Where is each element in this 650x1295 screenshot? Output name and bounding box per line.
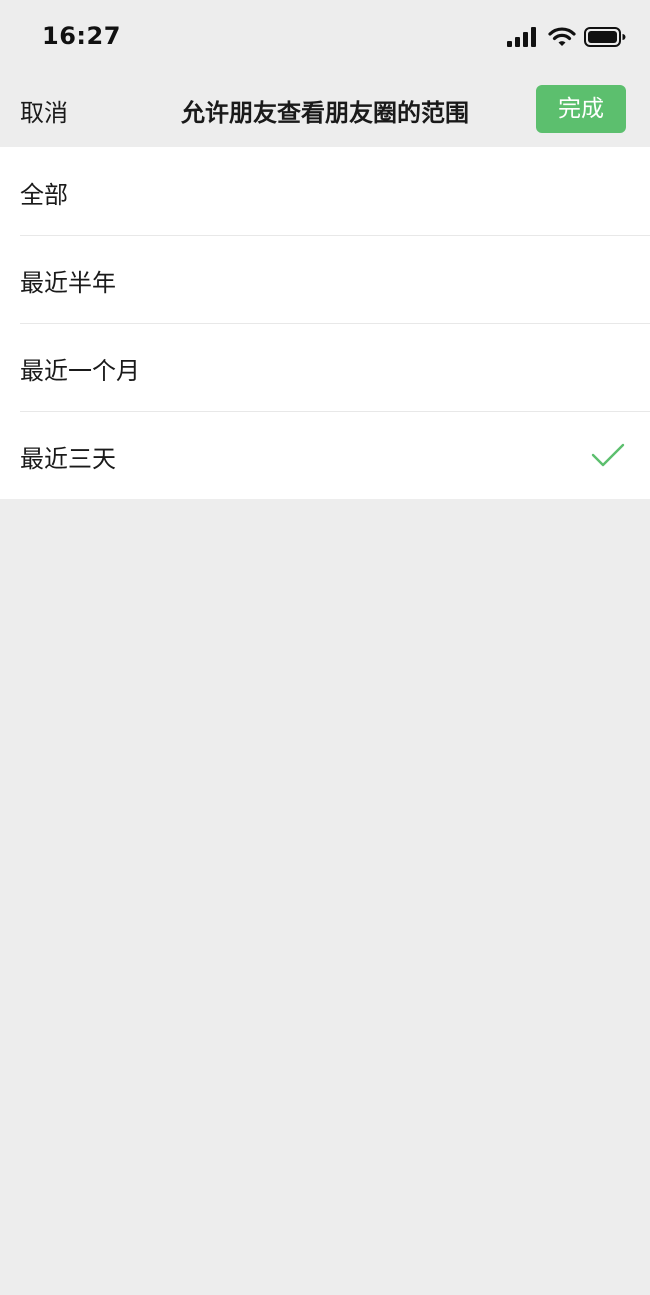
option-label: 最近一个月 <box>20 357 140 385</box>
battery-icon <box>584 27 626 47</box>
status-time: 16:27 <box>42 22 121 50</box>
status-bar: 16:27 <box>0 0 650 75</box>
option-label: 全部 <box>20 181 68 209</box>
option-item-half-year[interactable]: 最近半年 <box>0 235 650 323</box>
nav-bar: 取消 允许朋友查看朋友圈的范围 完成 <box>0 75 650 147</box>
cancel-button[interactable]: 取消 <box>20 93 68 128</box>
screen: 16:27 取消 允许朋友查看朋友圈的范围 完成 全部 最近半年 最近一个月 最… <box>0 0 650 1295</box>
done-button[interactable]: 完成 <box>536 85 626 133</box>
option-item-three-days[interactable]: 最近三天 <box>0 411 650 499</box>
option-item-all[interactable]: 全部 <box>0 147 650 235</box>
option-list: 全部 最近半年 最近一个月 最近三天 <box>0 147 650 499</box>
option-label: 最近三天 <box>20 445 116 473</box>
page-title: 允许朋友查看朋友圈的范围 <box>181 99 469 127</box>
option-label: 最近半年 <box>20 269 116 297</box>
status-icons <box>506 25 626 49</box>
signal-icon <box>507 27 536 47</box>
check-icon <box>591 443 625 467</box>
option-item-one-month[interactable]: 最近一个月 <box>0 323 650 411</box>
wifi-icon <box>548 27 576 46</box>
